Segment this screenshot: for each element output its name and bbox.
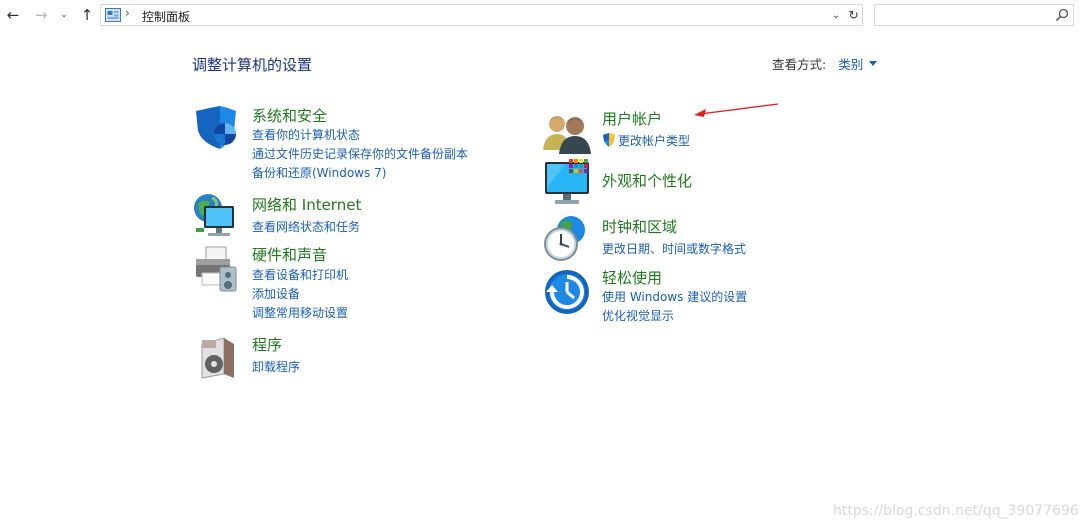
ease-of-access-icon[interactable] (543, 268, 591, 316)
view-by-dropdown[interactable]: 类别 (838, 54, 863, 73)
address-bar[interactable]: › 控制面板 ⌄ (100, 4, 846, 26)
link-add-device[interactable]: 添加设备 (252, 285, 300, 302)
forward-arrow-icon[interactable]: → (31, 5, 51, 25)
annotation-arrow-icon (694, 103, 779, 117)
up-arrow-icon[interactable]: ↑ (77, 5, 97, 25)
category-programs[interactable]: 程序 (252, 334, 282, 355)
security-shield-icon[interactable] (192, 105, 240, 153)
breadcrumb-control-panel[interactable]: 控制面板 (142, 8, 190, 25)
printer-speaker-icon[interactable] (192, 245, 240, 293)
view-by-control: 查看方式: 类别 (772, 54, 878, 73)
clock-globe-icon[interactable] (543, 214, 591, 262)
view-by-label: 查看方式: (772, 57, 827, 72)
link-change-account-type[interactable]: 更改帐户类型 (602, 132, 690, 149)
link-devices-printers[interactable]: 查看设备和打印机 (252, 266, 348, 283)
category-user-accounts[interactable]: 用户帐户 (602, 108, 662, 129)
search-input[interactable] (874, 4, 1074, 26)
navigation-bar: ← → ⌄ ↑ › 控制面板 ⌄ ↻ (0, 0, 1087, 30)
control-panel-icon (105, 8, 121, 22)
uac-shield-icon (603, 133, 615, 147)
link-uninstall-program[interactable]: 卸载程序 (252, 358, 300, 375)
link-optimize-visual-display[interactable]: 优化视觉显示 (602, 307, 674, 324)
category-clock-region[interactable]: 时钟和区域 (602, 216, 677, 237)
search-icon[interactable] (1055, 8, 1069, 22)
link-view-computer-status[interactable]: 查看你的计算机状态 (252, 126, 360, 143)
watermark: https://blog.csdn.net/qq_39077696 (833, 503, 1079, 519)
network-globe-icon[interactable] (192, 192, 240, 240)
category-appearance-personalization[interactable]: 外观和个性化 (602, 170, 692, 191)
dropdown-arrow-icon[interactable] (869, 61, 878, 66)
category-system-security[interactable]: 系统和安全 (252, 105, 327, 126)
refresh-icon[interactable]: ↻ (845, 4, 863, 26)
link-change-date-time-format[interactable]: 更改日期、时间或数字格式 (602, 240, 746, 257)
link-backup-restore[interactable]: 备份和还原(Windows 7) (252, 164, 386, 181)
link-windows-suggested-settings[interactable]: 使用 Windows 建议的设置 (602, 288, 747, 305)
link-network-status[interactable]: 查看网络状态和任务 (252, 218, 360, 235)
back-arrow-icon[interactable]: ← (3, 5, 23, 25)
link-change-account-type-label[interactable]: 更改帐户类型 (618, 134, 690, 148)
programs-disc-icon[interactable] (194, 334, 242, 382)
recent-locations-chevron-icon[interactable]: ⌄ (57, 5, 71, 25)
breadcrumb-separator-icon[interactable]: › (125, 6, 130, 20)
address-dropdown-chevron-icon[interactable]: ⌄ (828, 6, 844, 24)
category-ease-of-access[interactable]: 轻松使用 (602, 267, 662, 288)
link-file-history-backup[interactable]: 通过文件历史记录保存你的文件备份副本 (252, 145, 468, 162)
category-network-internet[interactable]: 网络和 Internet (252, 194, 361, 215)
page-title: 调整计算机的设置 (192, 56, 313, 74)
user-accounts-icon[interactable] (543, 108, 591, 156)
link-mobility-settings[interactable]: 调整常用移动设置 (252, 304, 348, 321)
category-hardware-sound[interactable]: 硬件和声音 (252, 244, 327, 265)
appearance-monitor-icon[interactable] (543, 158, 591, 206)
